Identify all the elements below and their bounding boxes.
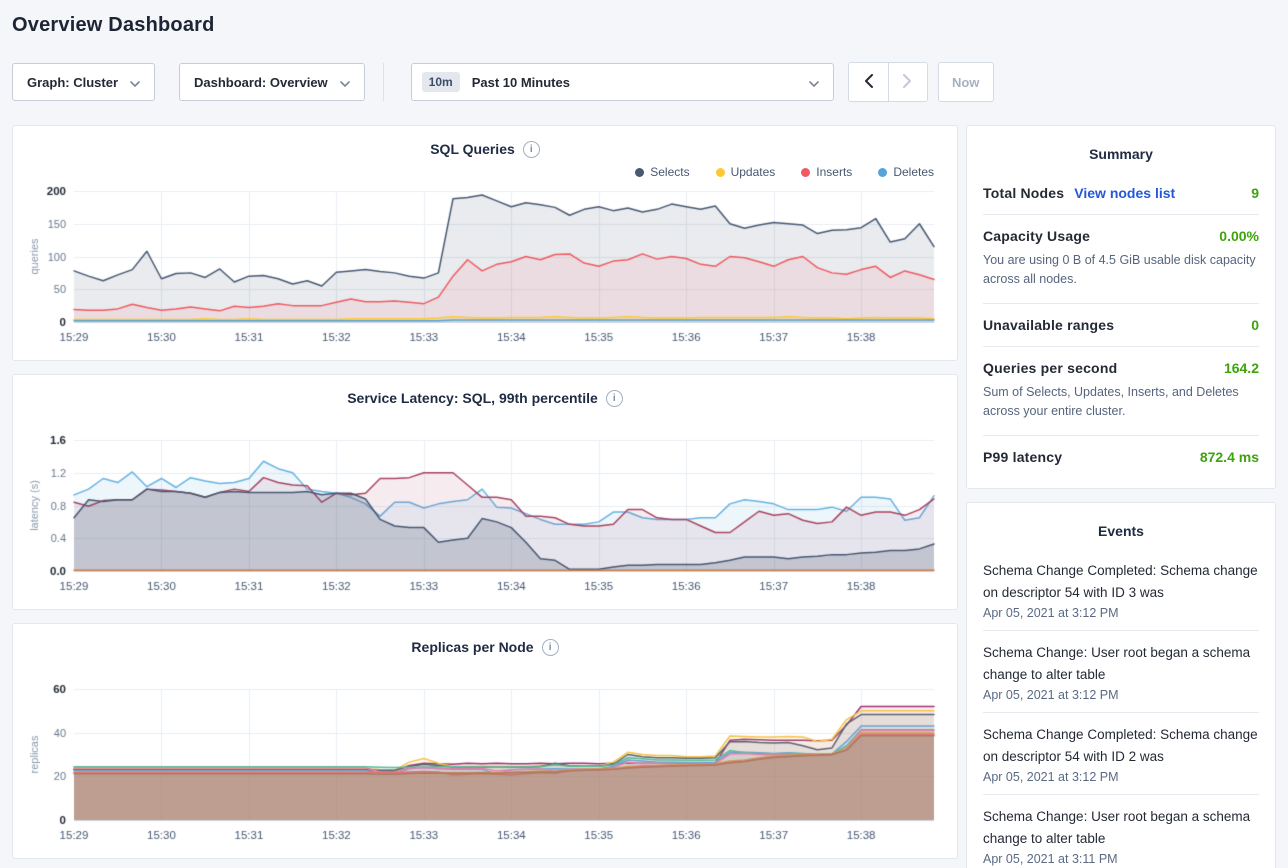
legend-dot <box>878 168 887 177</box>
time-range-badge: 10m <box>422 72 460 92</box>
info-icon[interactable]: i <box>606 390 623 407</box>
service-latency-card: Service Latency: SQL, 99th percentile i <box>12 374 958 610</box>
event-message: Schema Change: User root began a schema … <box>983 806 1259 850</box>
time-range-dropdown[interactable]: 10m Past 10 Minutes <box>411 63 834 101</box>
chart-legend-spacer <box>26 409 944 433</box>
legend-item-updates: Updates <box>716 165 776 179</box>
charts-column: SQL Queries i Selects Updates Inserts Delet… <box>12 125 958 868</box>
events-panel: Events Schema Change Completed: Schema c… <box>966 502 1276 868</box>
sql-queries-chart[interactable] <box>26 184 944 354</box>
capacity-description: You are using 0 B of 4.5 GiB usable disk… <box>983 251 1259 290</box>
summary-row-total-nodes: Total Nodes View nodes list 9 <box>983 172 1259 214</box>
time-nav-group <box>848 62 928 102</box>
time-prev-button[interactable] <box>849 63 888 101</box>
qps-value: 164.2 <box>1224 360 1259 376</box>
event-item: Schema Change Completed: Schema change o… <box>983 549 1259 631</box>
overview-dashboard-page: Overview Dashboard Graph: Cluster Dashbo… <box>0 0 1288 868</box>
dashboard-dropdown-label: Dashboard: Overview <box>194 75 328 90</box>
info-icon[interactable]: i <box>542 639 559 656</box>
event-timestamp: Apr 05, 2021 at 3:11 PM <box>983 852 1259 866</box>
chevron-left-icon <box>864 74 873 91</box>
page-title: Overview Dashboard <box>12 14 1276 37</box>
chart-title: Replicas per Node <box>411 639 533 655</box>
summary-row-unavailable-ranges: Unavailable ranges 0 <box>983 303 1259 346</box>
event-message: Schema Change: User root began a schema … <box>983 642 1259 686</box>
graph-dropdown[interactable]: Graph: Cluster <box>12 63 155 101</box>
chart-title: Service Latency: SQL, 99th percentile <box>347 390 598 406</box>
sql-queries-card: SQL Queries i Selects Updates Inserts Delet… <box>12 125 958 361</box>
summary-row-qps: Queries per second 164.2 Sum of Selects,… <box>983 346 1259 435</box>
event-message: Schema Change Completed: Schema change o… <box>983 560 1259 604</box>
summary-row-capacity: Capacity Usage 0.00% You are using 0 B o… <box>983 214 1259 303</box>
time-next-button[interactable] <box>888 63 927 101</box>
p99-latency-label: P99 latency <box>983 449 1062 465</box>
now-button[interactable]: Now <box>938 62 994 102</box>
legend-dot <box>635 168 644 177</box>
replicas-per-node-chart[interactable] <box>26 682 944 852</box>
chevron-right-icon <box>903 74 912 91</box>
capacity-label: Capacity Usage <box>983 228 1090 244</box>
total-nodes-value: 9 <box>1251 185 1259 201</box>
toolbar-divider <box>383 63 384 101</box>
info-icon[interactable]: i <box>523 141 540 158</box>
p99-latency-value: 872.4 ms <box>1200 449 1259 465</box>
qps-label: Queries per second <box>983 360 1117 376</box>
view-nodes-list-link[interactable]: View nodes list <box>1074 185 1175 201</box>
event-timestamp: Apr 05, 2021 at 3:12 PM <box>983 688 1259 702</box>
chart-title: SQL Queries <box>430 141 515 157</box>
event-timestamp: Apr 05, 2021 at 3:12 PM <box>983 770 1259 784</box>
events-list: Schema Change Completed: Schema change o… <box>983 549 1259 868</box>
qps-description: Sum of Selects, Updates, Inserts, and De… <box>983 383 1259 422</box>
event-item: Schema Change: User root began a schema … <box>983 631 1259 713</box>
legend-dot <box>716 168 725 177</box>
unavailable-ranges-label: Unavailable ranges <box>983 317 1114 333</box>
time-range-label: Past 10 Minutes <box>472 75 570 90</box>
legend-item-selects: Selects <box>635 165 689 179</box>
chart-legend: Selects Updates Inserts Deletes <box>26 160 944 184</box>
legend-item-deletes: Deletes <box>878 165 934 179</box>
unavailable-ranges-value: 0 <box>1251 317 1259 333</box>
chevron-down-icon <box>340 75 350 90</box>
graph-dropdown-label: Graph: Cluster <box>27 75 118 90</box>
summary-panel: Summary Total Nodes View nodes list 9 Ca… <box>966 125 1276 489</box>
chart-legend-spacer <box>26 658 944 682</box>
chevron-down-icon <box>130 75 140 90</box>
toolbar: Graph: Cluster Dashboard: Overview 10m P… <box>12 62 1276 102</box>
service-latency-chart[interactable] <box>26 433 944 603</box>
event-item: Schema Change: User root began a schema … <box>983 795 1259 868</box>
dashboard-dropdown[interactable]: Dashboard: Overview <box>179 63 365 101</box>
event-message: Schema Change Completed: Schema change o… <box>983 724 1259 768</box>
total-nodes-label: Total Nodes <box>983 185 1064 201</box>
event-item: Schema Change Completed: Schema change o… <box>983 713 1259 795</box>
legend-item-inserts: Inserts <box>801 165 852 179</box>
capacity-value: 0.00% <box>1219 228 1259 244</box>
replicas-per-node-card: Replicas per Node i <box>12 623 958 859</box>
chevron-down-icon <box>809 75 819 90</box>
side-column: Summary Total Nodes View nodes list 9 Ca… <box>966 125 1276 868</box>
events-title: Events <box>983 517 1259 549</box>
event-timestamp: Apr 05, 2021 at 3:12 PM <box>983 606 1259 620</box>
main-content: SQL Queries i Selects Updates Inserts Delet… <box>12 125 1276 868</box>
legend-dot <box>801 168 810 177</box>
summary-title: Summary <box>983 140 1259 172</box>
summary-row-p99-latency: P99 latency 872.4 ms <box>983 435 1259 478</box>
